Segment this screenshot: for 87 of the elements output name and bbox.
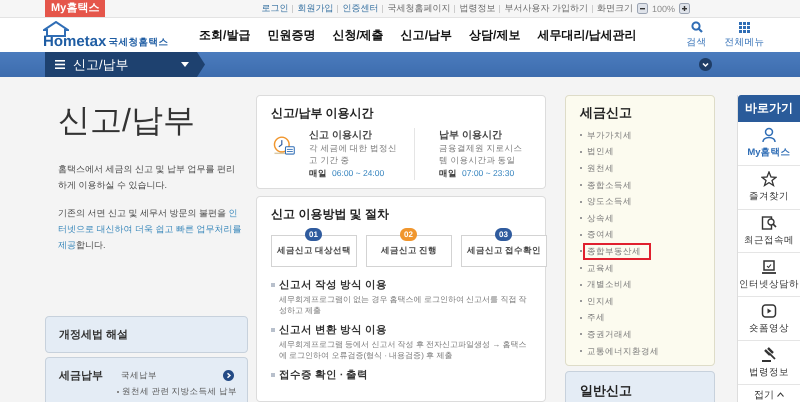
star-icon	[761, 171, 777, 188]
quick-link[interactable]: 인터넷상담하	[738, 253, 800, 298]
person-icon	[761, 127, 777, 144]
method-title: 신고서 변환 방식 이용	[279, 323, 387, 337]
method-title: 신고서 작성 방식 이용	[279, 278, 387, 292]
laptop-icon	[761, 258, 777, 275]
top-link[interactable]: 부서사용자 가입하기	[504, 2, 588, 15]
page-title: 신고/납부	[58, 101, 196, 140]
house-icon	[43, 21, 69, 37]
caret-up-icon	[777, 392, 784, 398]
arrow-right-icon[interactable]	[223, 370, 234, 381]
zoom-in-icon[interactable]	[679, 3, 690, 14]
intro-text: 기존의 서면 신고 및 세무서 방문의 불편을 인터넷으로 대신하여 더욱 쉽고 빠른 업무처리를 제공합니다.	[58, 207, 243, 252]
quick-link[interactable]: 법령정보	[738, 341, 800, 385]
step-number: 03	[495, 228, 512, 241]
nav-menu-item[interactable]: 신고/납부	[400, 26, 452, 44]
nav-menu-item[interactable]: 상담/제보	[469, 26, 520, 44]
card-title: 신고/납부 이용시간	[271, 105, 375, 122]
top-link[interactable]: 로그인	[261, 2, 288, 15]
tax-link[interactable]: 인지세	[585, 294, 616, 308]
tax-link[interactable]: 상속세	[585, 212, 616, 225]
panel-title: 세금납부	[59, 369, 104, 383]
top-link[interactable]: 회원가입	[297, 2, 334, 15]
tax-link[interactable]: 종합소득세	[585, 178, 634, 192]
method-title: 접수증 확인 · 출력	[279, 368, 368, 382]
panel-link[interactable]: 국세납부	[121, 370, 223, 382]
all-menu-button[interactable]: 전체메뉴	[724, 22, 765, 48]
tax-link[interactable]: 종합부동산세	[585, 244, 649, 258]
quick-link[interactable]: 즐겨찾기	[738, 166, 800, 210]
tax-link[interactable]: 교통에너지환경세	[585, 344, 661, 358]
tax-link[interactable]: 법인세	[585, 145, 616, 158]
zoom-level: 100%	[652, 4, 675, 14]
section-dropdown[interactable]: 신고/납부	[45, 52, 205, 77]
bullet-icon	[271, 283, 275, 287]
bullet-icon	[271, 328, 275, 332]
top-link[interactable]: 법령정보	[459, 2, 496, 15]
logo[interactable]: Hometax 국세청홈택스	[43, 21, 179, 49]
quick-link[interactable]: My홈택스	[738, 122, 800, 166]
play-icon	[761, 302, 777, 319]
hours-description: 금융결제원 지로시스템 이용시간과 동일	[439, 142, 524, 166]
collapse-button[interactable]: 접기	[738, 384, 800, 402]
hours-time: 06:00 ~ 24:00	[332, 168, 384, 178]
tax-link[interactable]: 주세	[585, 311, 607, 324]
top-link[interactable]: 화면크기	[596, 2, 633, 15]
nav-menu-item[interactable]: 민원증명	[267, 26, 316, 44]
step-number: 01	[305, 228, 322, 241]
tax-link[interactable]: 부가가치세	[585, 128, 634, 142]
panel-title: 개정세법 해설	[59, 328, 128, 342]
tax-link[interactable]: 증권거래세	[585, 328, 634, 341]
hours-time: 07:00 ~ 23:30	[462, 168, 514, 178]
card-title: 세금신고	[580, 104, 633, 122]
document-search-icon	[761, 215, 777, 232]
quick-link[interactable]: 최근접속메	[738, 210, 800, 254]
hours-label: 매일	[439, 168, 457, 178]
bullet-icon	[271, 373, 275, 377]
quick-link[interactable]: 숏폼영상	[738, 297, 800, 342]
card-title: 신고 이용방법 및 절차	[271, 206, 390, 223]
top-link[interactable]: 인증센터	[342, 2, 378, 15]
panel-item[interactable]: 원천세 관련 지방소득세 납부	[122, 386, 238, 398]
top-link[interactable]: 국세청홈페이지	[387, 2, 450, 15]
hours-label: 매일	[309, 168, 327, 178]
search-button[interactable]: 검색	[686, 21, 707, 49]
zoom-out-icon[interactable]	[636, 3, 648, 14]
chevron-down-icon[interactable]	[699, 58, 712, 71]
gavel-icon	[761, 346, 777, 363]
tax-link[interactable]: 양도소득세	[585, 195, 634, 208]
search-icon	[690, 21, 703, 33]
step-number: 02	[400, 228, 417, 241]
tax-link[interactable]: 증여세	[585, 228, 616, 242]
nav-menu-item[interactable]: 세무대리/납세관리	[537, 26, 637, 44]
nav-menu-item[interactable]: 조회/발급	[199, 26, 250, 44]
quick-links-header: 바로가기	[738, 95, 800, 122]
my-hometax-tab[interactable]: My홈택스	[45, 0, 106, 16]
hours-title: 납부 이용시간	[439, 129, 503, 142]
method-description: 세무회계프로그램이 없는 경우 홈택스에 로그인하여 신고서를 직접 작성하고 제출	[279, 294, 528, 316]
hours-title: 신고 이용시간	[309, 129, 373, 142]
method-description: 세무회계프로그램 등에서 신고서 작성 후 전자신고파일생성 → 홈택스에 로그인하여 오류검증(형식 · 내용검증) 후 제출	[279, 339, 528, 361]
hours-description: 각 세금에 대한 법정신고 기간 중	[309, 142, 398, 166]
tax-link[interactable]: 교육세	[585, 262, 616, 275]
menu-icon	[55, 60, 65, 69]
tax-link[interactable]: 원천세	[585, 162, 616, 175]
grid-icon	[739, 22, 750, 32]
intro-text: 홈택스에서 세금의 신고 및 납부 업무를 편리하게 이용하실 수 있습니다.	[58, 163, 236, 192]
card-title: 일반신고	[580, 382, 633, 400]
caret-down-icon	[181, 62, 189, 67]
nav-menu-item[interactable]: 신청/제출	[332, 26, 384, 44]
tax-link[interactable]: 개별소비세	[585, 278, 634, 292]
